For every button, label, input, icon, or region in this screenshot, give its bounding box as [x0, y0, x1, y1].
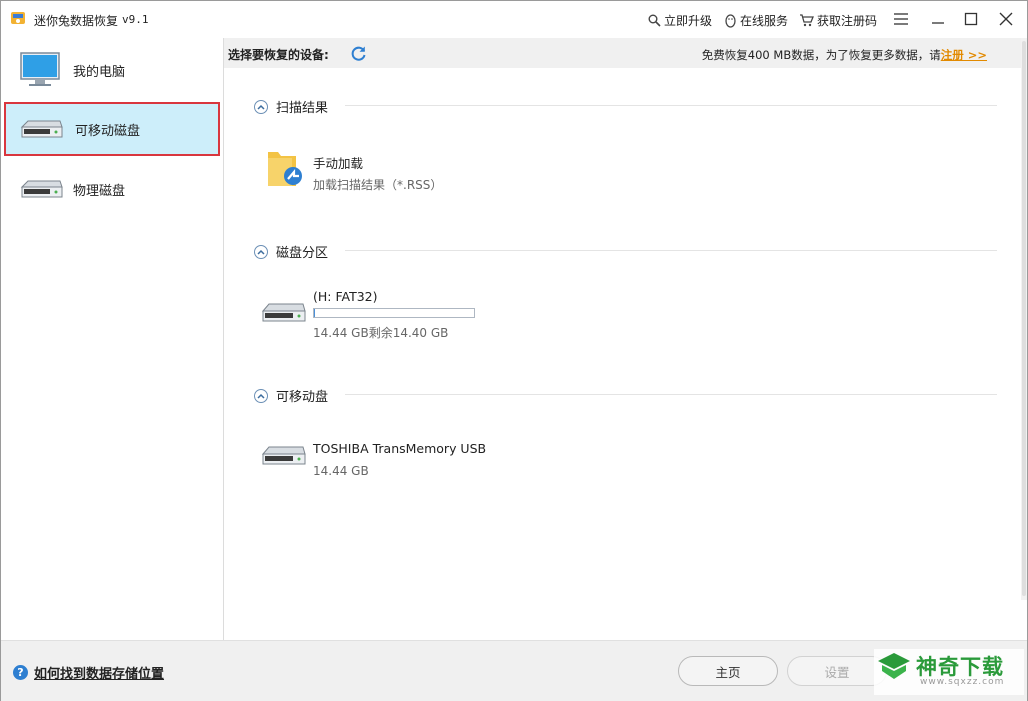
collapse-button[interactable]: [254, 99, 268, 114]
maximize-icon: [964, 12, 978, 26]
section-removable-drives: 可移动盘: [254, 386, 328, 405]
monitor-icon: [20, 52, 60, 86]
penguin-icon: [725, 13, 736, 28]
minimize-icon: [932, 22, 944, 24]
menu-button[interactable]: [886, 7, 916, 31]
watermark-url: www.sqxzz.com: [920, 677, 1005, 687]
search-icon: [648, 14, 661, 27]
register-link[interactable]: 注册 >>: [941, 48, 987, 62]
sidebar-item-label: 物理磁盘: [73, 183, 126, 199]
app-window: 迷你兔数据恢复 v9.1 立即升级 在线服务 获取注册码 我的电脑 可移动磁盘 …: [0, 0, 1028, 701]
sidebar-item-my-computer[interactable]: 我的电脑: [4, 43, 220, 97]
divider: [345, 394, 997, 395]
maximize-button[interactable]: [956, 7, 986, 31]
cart-icon: [800, 14, 814, 27]
folder-load-icon[interactable]: [266, 146, 304, 188]
sidebar-item-label: 我的电脑: [73, 64, 126, 80]
help-link[interactable]: ? 如何找到数据存储位置: [13, 663, 164, 682]
upgrade-link[interactable]: 立即升级: [648, 12, 712, 29]
section-title: 扫描结果: [276, 101, 329, 116]
close-button[interactable]: [991, 7, 1021, 31]
refresh-icon[interactable]: [350, 45, 367, 62]
promo-prefix: 免费恢复400 MB数据，为了恢复更多数据，请: [701, 48, 941, 62]
manual-load-subtitle: 加载扫描结果（*.RSS）: [313, 178, 443, 192]
home-button[interactable]: 主页: [678, 656, 778, 686]
help-icon: ?: [13, 665, 28, 680]
usb-disk-icon[interactable]: [261, 444, 307, 468]
usb-device-title[interactable]: TOSHIBA TransMemory USB: [313, 441, 486, 456]
minimize-button[interactable]: [923, 7, 953, 31]
divider: [345, 105, 997, 106]
section-title: 可移动盘: [276, 390, 329, 405]
chevron-up-icon: [257, 249, 265, 255]
section-title: 磁盘分区: [276, 246, 329, 261]
upgrade-label: 立即升级: [664, 14, 713, 28]
partition-usage-bar: [313, 308, 475, 318]
collapse-button[interactable]: [254, 388, 268, 403]
watermark: 神奇下载 www.sqxzz.com: [874, 649, 1024, 695]
partition-capacity: 14.44 GB剩余14.40 GB: [313, 326, 449, 340]
app-version: v9.1: [122, 13, 149, 26]
settings-button[interactable]: 设置: [787, 656, 887, 686]
chevron-up-icon: [257, 104, 265, 110]
manual-load-title[interactable]: 手动加载: [313, 153, 363, 172]
partition-title[interactable]: (H: FAT32): [313, 289, 378, 304]
hamburger-icon: [894, 13, 908, 25]
divider: [345, 250, 997, 251]
watermark-logo-icon: [878, 653, 910, 679]
promo-text: 免费恢复400 MB数据，为了恢复更多数据，请注册 >>: [702, 47, 987, 63]
title-bar: 迷你兔数据恢复 v9.1 立即升级 在线服务 获取注册码: [1, 1, 1027, 37]
help-label: 如何找到数据存储位置: [34, 667, 165, 682]
section-disk-partition: 磁盘分区: [254, 242, 328, 261]
section-scan-results: 扫描结果: [254, 97, 328, 116]
chevron-up-icon: [257, 393, 265, 399]
device-sidebar: 我的电脑 可移动磁盘 物理磁盘: [1, 38, 224, 640]
collapse-button[interactable]: [254, 244, 268, 259]
sidebar-item-removable-disk[interactable]: 可移动磁盘: [4, 102, 220, 156]
partition-disk-icon[interactable]: [261, 301, 307, 325]
physical-disk-icon: [20, 180, 63, 198]
sidebar-item-label: 可移动磁盘: [75, 123, 141, 139]
get-code-label: 获取注册码: [817, 14, 878, 28]
get-code-link[interactable]: 获取注册码: [799, 12, 877, 29]
removable-disk-icon: [20, 120, 63, 138]
online-service-label: 在线服务: [740, 14, 789, 28]
close-icon: [999, 12, 1013, 26]
usb-device-capacity: 14.44 GB: [313, 464, 369, 478]
scrollbar-thumb[interactable]: [1022, 41, 1026, 596]
main-header: 选择要恢复的设备: 免费恢复400 MB数据，为了恢复更多数据，请注册 >>: [224, 38, 1021, 68]
select-device-title: 选择要恢复的设备:: [228, 48, 329, 62]
app-title: 迷你兔数据恢复: [34, 14, 119, 28]
sidebar-item-physical-disk[interactable]: 物理磁盘: [4, 162, 220, 216]
online-service-link[interactable]: 在线服务: [724, 12, 788, 29]
app-logo-icon: [11, 12, 25, 24]
